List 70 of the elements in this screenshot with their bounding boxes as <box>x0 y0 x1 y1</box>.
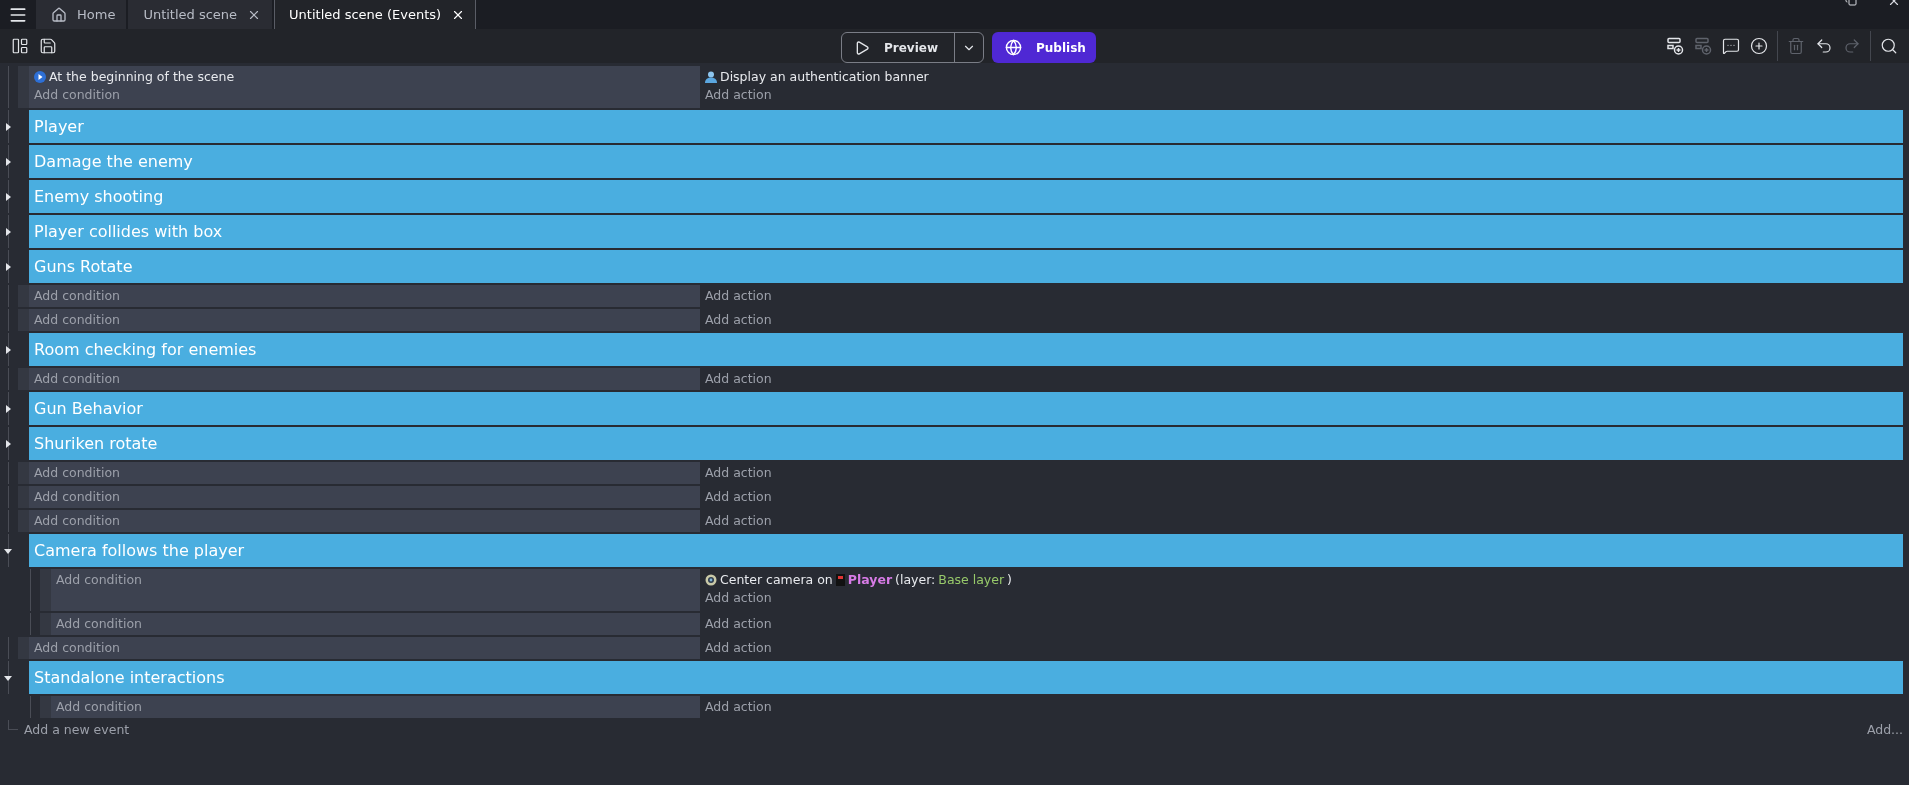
add-action-link[interactable]: Add action <box>705 615 1898 633</box>
add-action-link[interactable]: Add action <box>705 370 1898 388</box>
tree-line <box>30 696 31 718</box>
expand-arrow-icon[interactable] <box>4 192 12 201</box>
expand-arrow-icon[interactable] <box>4 439 12 448</box>
tree-line <box>8 285 9 307</box>
add-condition-link[interactable]: Add condition <box>34 512 695 530</box>
add-action-link[interactable]: Add action <box>705 86 1898 104</box>
add-action-link[interactable]: Add action <box>705 311 1898 329</box>
globe-icon <box>1005 39 1022 56</box>
tab[interactable]: Home <box>36 0 127 29</box>
add-action-link[interactable]: Add action <box>705 287 1898 305</box>
add-link[interactable]: Add... <box>1866 722 1903 737</box>
expand-arrow-icon[interactable] <box>4 345 12 354</box>
play-icon <box>854 39 870 56</box>
tree-line <box>8 637 9 659</box>
add-condition-link[interactable]: Add condition <box>34 464 695 482</box>
tab[interactable]: Untitled scene (Events) <box>274 0 477 29</box>
drag-handle[interactable] <box>18 66 29 108</box>
drag-handle[interactable] <box>18 510 29 532</box>
collapse-arrow-icon[interactable] <box>4 546 12 555</box>
drag-handle[interactable] <box>40 696 51 718</box>
drag-handle[interactable] <box>40 613 51 635</box>
add-condition-link[interactable]: Add condition <box>56 615 695 633</box>
add-action-link[interactable]: Add action <box>705 698 1898 716</box>
add-condition-link[interactable]: Add condition <box>34 311 695 329</box>
add-action-link[interactable]: Add action <box>705 464 1898 482</box>
collapse-arrow-icon[interactable] <box>4 673 12 682</box>
camera-icon <box>705 574 717 586</box>
tree-line <box>8 368 9 390</box>
expand-arrow-icon[interactable] <box>4 262 12 271</box>
tree-line <box>8 462 9 484</box>
add-condition-link[interactable]: Add condition <box>56 698 695 716</box>
expand-arrow-icon[interactable] <box>4 157 12 166</box>
home-icon <box>51 6 67 23</box>
add-action-link[interactable]: Add action <box>705 589 1898 607</box>
expand-arrow-icon[interactable] <box>4 227 12 236</box>
tree-line <box>30 613 31 635</box>
add-condition-link[interactable]: Add condition <box>34 639 695 657</box>
add-event-link[interactable]: Add a new event <box>24 722 130 737</box>
tree-line <box>30 569 31 611</box>
instruction-text[interactable]: Center camera on Player (layer: Base layer ) <box>705 571 1898 589</box>
tree-line <box>8 66 9 108</box>
tree-line <box>8 486 9 508</box>
drag-handle[interactable] <box>40 569 51 611</box>
drag-handle[interactable] <box>18 309 29 331</box>
user-icon <box>705 71 717 83</box>
add-condition-link[interactable]: Add condition <box>34 488 695 506</box>
tree-line <box>8 510 9 532</box>
tab[interactable]: Untitled scene <box>128 0 273 29</box>
tree-line <box>8 309 9 331</box>
sprite-icon <box>835 574 845 586</box>
add-action-link[interactable]: Add action <box>705 512 1898 530</box>
instruction-text[interactable]: At the beginning of the scene <box>34 68 695 86</box>
add-action-link[interactable]: Add action <box>705 639 1898 657</box>
add-action-link[interactable]: Add action <box>705 488 1898 506</box>
add-condition-link[interactable]: Add condition <box>56 571 695 589</box>
expand-arrow-icon[interactable] <box>4 404 12 413</box>
expand-arrow-icon[interactable] <box>4 122 12 131</box>
instruction-text[interactable]: Display an authentication banner <box>705 68 1898 86</box>
play-icon <box>34 71 46 83</box>
drag-handle[interactable] <box>18 486 29 508</box>
add-condition-link[interactable]: Add condition <box>34 370 695 388</box>
drag-handle[interactable] <box>18 462 29 484</box>
add-condition-link[interactable]: Add condition <box>34 86 695 104</box>
add-condition-link[interactable]: Add condition <box>34 287 695 305</box>
drag-handle[interactable] <box>18 637 29 659</box>
drag-handle[interactable] <box>18 368 29 390</box>
drag-handle[interactable] <box>18 285 29 307</box>
publish-button[interactable]: Publish <box>992 32 1096 63</box>
